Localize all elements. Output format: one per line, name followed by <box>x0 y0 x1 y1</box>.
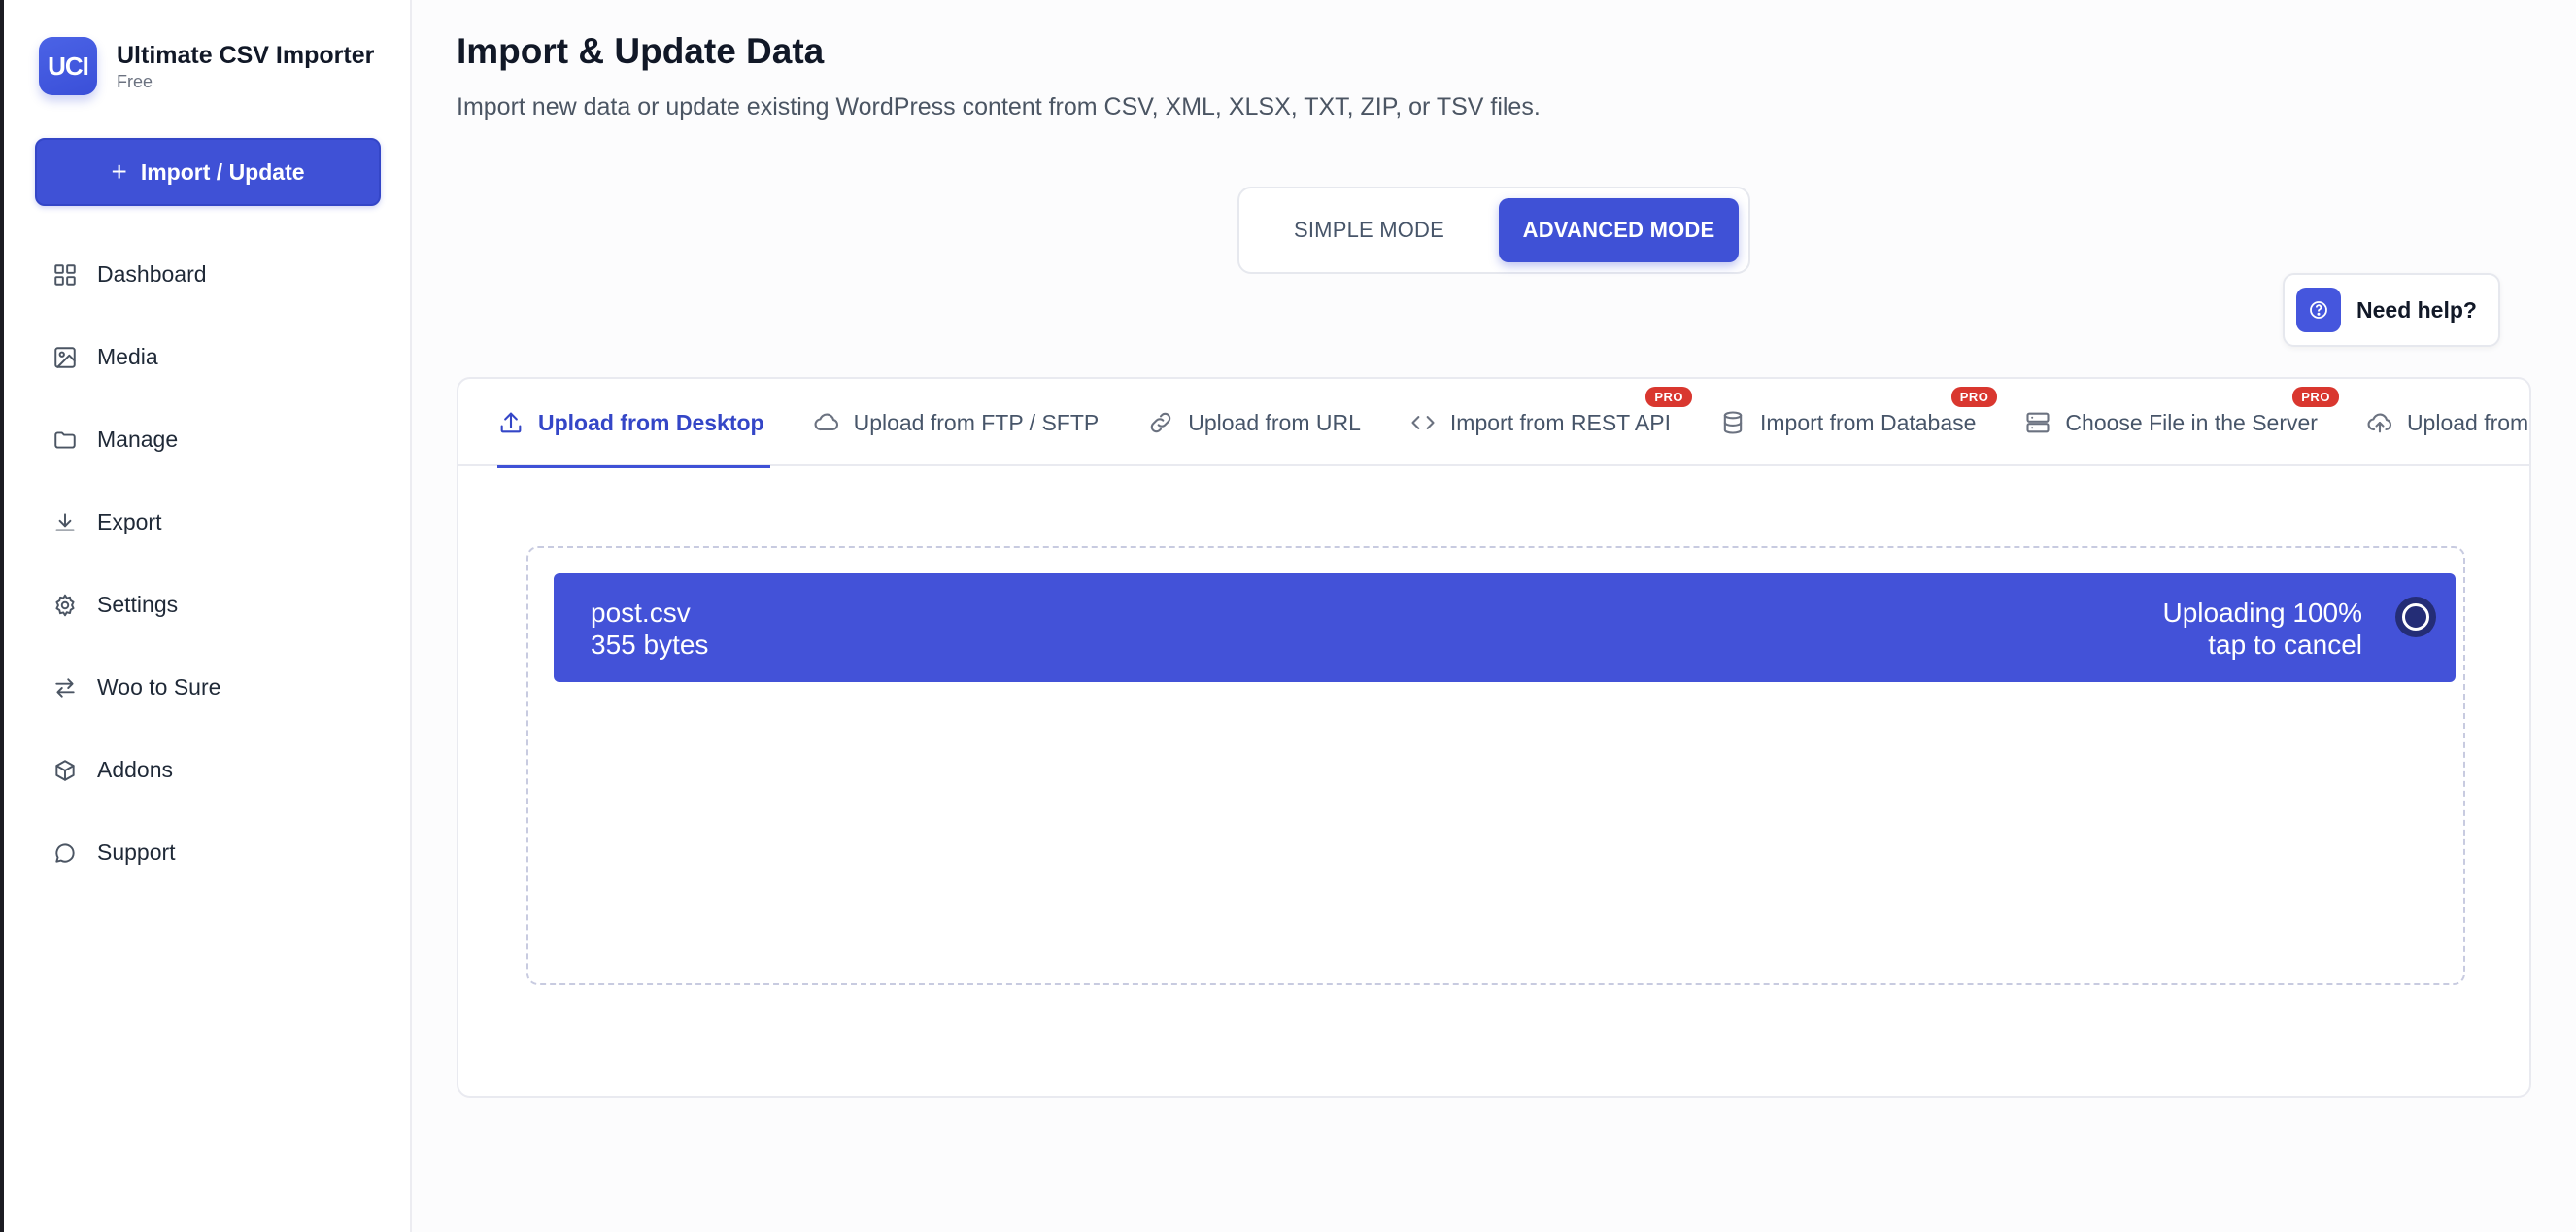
tab-label: Import from Database <box>1760 409 1977 435</box>
brand-name: Ultimate CSV Importer <box>117 42 375 69</box>
plus-icon: + <box>111 156 127 187</box>
question-circle-icon <box>2296 288 2341 332</box>
file-name: post.csv <box>591 598 691 628</box>
brand-text: Ultimate CSV Importer Free <box>117 40 374 92</box>
brand-logo: UCI <box>39 37 97 95</box>
file-dropzone[interactable]: post.csv 355 bytes Uploading 100% tap to… <box>526 546 2465 985</box>
tab-import-rest-api[interactable]: Import from REST API PRO <box>1409 379 1692 466</box>
download-icon <box>55 512 75 531</box>
tab-label: Upload from Desktop <box>538 409 764 435</box>
tab-label: Upload from FTP / SFTP <box>853 409 1100 435</box>
sidebar: UCI Ultimate CSV Importer Free + Import … <box>4 0 412 1232</box>
sidebar-item-manage[interactable]: Manage <box>35 398 381 481</box>
upload-status: Uploading 100% <box>2162 598 2363 628</box>
page-title: Import & Update Data <box>457 31 825 71</box>
arrows-swap-icon <box>55 677 75 698</box>
gear-icon <box>55 594 75 616</box>
page-subtitle: Import new data or update existing WordP… <box>457 93 1541 120</box>
import-update-label: Import / Update <box>140 158 305 185</box>
sidebar-item-support[interactable]: Support <box>35 811 381 894</box>
brand: UCI Ultimate CSV Importer Free <box>39 37 374 95</box>
image-icon <box>54 346 76 368</box>
server-icon <box>2026 412 2050 433</box>
tab-upload-external[interactable]: Upload from Exte <box>2366 379 2529 466</box>
chat-bubble-icon <box>55 842 75 863</box>
cancel-upload-button[interactable] <box>2395 597 2436 637</box>
brand-tier: Free <box>117 72 153 91</box>
circle-icon <box>2402 603 2429 631</box>
simple-mode-button[interactable]: SIMPLE MODE <box>1249 198 1489 262</box>
tap-to-cancel-label[interactable]: tap to cancel <box>2208 629 2362 661</box>
sidebar-item-dashboard[interactable]: Dashboard <box>35 233 381 316</box>
need-help-button[interactable]: Need help? <box>2283 273 2500 347</box>
uploading-file-item: post.csv 355 bytes Uploading 100% tap to… <box>554 573 2456 682</box>
pro-badge: PRO <box>2292 387 2339 407</box>
import-update-button[interactable]: + Import / Update <box>35 138 381 206</box>
pro-badge: PRO <box>1950 387 1998 407</box>
tab-label: Upload from Exte <box>2406 409 2529 435</box>
need-help-label: Need help? <box>2356 296 2477 323</box>
upload-icon <box>500 412 522 433</box>
sidebar-item-woo-to-sure[interactable]: Woo to Sure <box>35 646 381 729</box>
sidebar-item-label: Settings <box>97 592 179 617</box>
grid-icon <box>54 263 76 286</box>
code-icon <box>1411 416 1435 429</box>
sidebar-item-label: Manage <box>97 427 179 452</box>
tab-upload-ftp[interactable]: Upload from FTP / SFTP <box>813 379 1100 466</box>
file-size: 355 bytes <box>591 630 709 660</box>
folder-icon <box>54 430 76 449</box>
tab-upload-url[interactable]: Upload from URL <box>1147 379 1361 466</box>
sidebar-item-label: Woo to Sure <box>97 674 221 700</box>
main-content: Import & Update Data Import new data or … <box>457 0 2576 1232</box>
tab-label: Choose File in the Server <box>2065 409 2318 435</box>
tab-label: Import from REST API <box>1449 409 1671 435</box>
sidebar-item-label: Dashboard <box>97 261 207 287</box>
box-icon <box>55 759 75 781</box>
sidebar-item-settings[interactable]: Settings <box>35 564 381 646</box>
advanced-mode-button[interactable]: ADVANCED MODE <box>1499 198 1739 262</box>
import-card: Upload from Desktop Upload from FTP / SF… <box>457 377 2531 1098</box>
link-icon <box>1150 412 1171 433</box>
sidebar-item-label: Addons <box>97 757 174 782</box>
database-icon <box>1723 411 1743 434</box>
cloud-upload-icon <box>2367 413 2391 433</box>
tab-upload-desktop[interactable]: Upload from Desktop <box>497 379 770 468</box>
pro-badge: PRO <box>1645 387 1692 407</box>
sidebar-item-label: Support <box>97 839 176 865</box>
sidebar-item-export[interactable]: Export <box>35 481 381 564</box>
mode-toggle: SIMPLE MODE ADVANCED MODE <box>1237 187 1750 274</box>
sidebar-item-addons[interactable]: Addons <box>35 729 381 811</box>
sidebar-item-label: Media <box>97 344 158 369</box>
tab-choose-server-file[interactable]: Choose File in the Server PRO <box>2024 379 2339 466</box>
cloud-icon <box>814 413 838 431</box>
sidebar-nav: Dashboard Media Manage Export Settings W… <box>35 233 381 894</box>
tab-label: Upload from URL <box>1188 409 1361 435</box>
tab-import-database[interactable]: Import from Database PRO <box>1719 379 1998 466</box>
sidebar-item-label: Export <box>97 509 162 534</box>
source-tabs: Upload from Desktop Upload from FTP / SF… <box>458 379 2529 468</box>
sidebar-item-media[interactable]: Media <box>35 316 381 398</box>
